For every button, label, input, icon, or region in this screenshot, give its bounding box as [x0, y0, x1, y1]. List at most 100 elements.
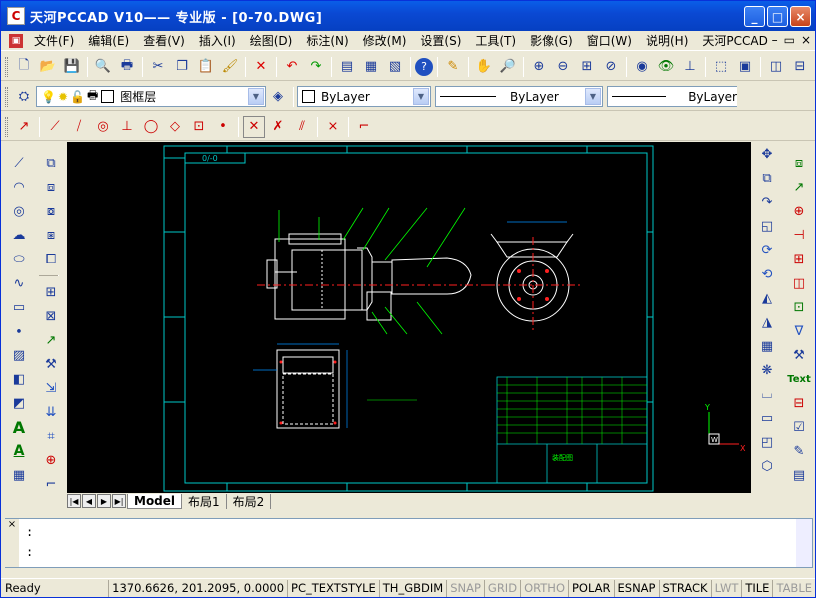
layer-previous-icon[interactable]: ◈: [267, 86, 289, 108]
rectangle-icon[interactable]: ▭: [7, 295, 31, 319]
polar-array-icon[interactable]: ❋: [755, 358, 779, 382]
undo-icon[interactable]: ↶: [281, 56, 303, 78]
zoom-previous-icon[interactable]: ⊘: [600, 56, 622, 78]
snap-intersection-icon[interactable]: ✕: [243, 115, 265, 138]
attribute-icon[interactable]: ⊞: [39, 280, 63, 304]
print-preview-icon[interactable]: 🔍: [92, 56, 114, 78]
copy-object-icon[interactable]: ⧉: [39, 151, 63, 175]
menu-help[interactable]: 说明(H): [639, 32, 695, 49]
hatch-icon[interactable]: ▨: [7, 343, 31, 367]
drawing-canvas[interactable]: 0/-0 装配图 Y X W: [67, 142, 751, 493]
zoom-in-icon[interactable]: ⊕: [528, 56, 550, 78]
snap-perpendicular-icon[interactable]: ⊥: [116, 116, 138, 138]
pccad-hole-icon[interactable]: ⊞: [787, 247, 811, 271]
command-scrollbar[interactable]: [796, 519, 812, 567]
menu-insert[interactable]: 插入(I): [192, 32, 243, 49]
spline-icon[interactable]: ∿: [7, 271, 31, 295]
status-strack[interactable]: STRACK: [658, 579, 711, 597]
revision-cloud-icon[interactable]: ☁: [7, 223, 31, 247]
pccad-text-icon[interactable]: Text: [787, 367, 811, 391]
command-window[interactable]: × : :: [5, 518, 813, 568]
save-icon[interactable]: 💾: [61, 56, 83, 78]
match-properties-icon[interactable]: 🖌: [219, 56, 241, 78]
move-arrows-icon[interactable]: ✥: [755, 142, 779, 166]
line-icon[interactable]: ⟋: [7, 151, 31, 175]
pen-icon[interactable]: ✎: [442, 56, 464, 78]
command-input[interactable]: :: [26, 545, 33, 559]
refresh-icon[interactable]: ⟳: [755, 238, 779, 262]
delete-icon[interactable]: ✕: [250, 56, 272, 78]
snap-center-icon[interactable]: ◎: [92, 116, 114, 138]
open-icon[interactable]: 📂: [37, 56, 59, 78]
toolbar-grip[interactable]: [5, 116, 8, 137]
pccad-table-icon[interactable]: ⊟: [787, 391, 811, 415]
pccad-frame-icon[interactable]: ◫: [787, 271, 811, 295]
status-grid[interactable]: GRID: [483, 579, 520, 597]
snap-none-icon[interactable]: ⨯: [322, 116, 344, 138]
view-icon[interactable]: 👁: [655, 56, 677, 78]
ellipse-icon[interactable]: ⬭: [7, 247, 31, 271]
mtext-icon[interactable]: A: [7, 439, 31, 463]
snap-tangent-icon[interactable]: ◯: [140, 116, 162, 138]
gradient-icon[interactable]: ◧: [7, 367, 31, 391]
new-icon[interactable]: 🗋: [13, 56, 35, 78]
help-icon[interactable]: ?: [415, 57, 433, 76]
doc-minimize-button[interactable]: –: [772, 33, 778, 47]
status-snap[interactable]: SNAP: [446, 579, 484, 597]
chevron-down-icon[interactable]: ▼: [585, 88, 601, 105]
pccad-leader-icon[interactable]: ⚒: [787, 343, 811, 367]
extend-icon[interactable]: ◰: [755, 430, 779, 454]
pccad-brush-icon[interactable]: ✎: [787, 439, 811, 463]
stretch-icon[interactable]: ⇲: [39, 376, 63, 400]
mirror-icon[interactable]: ⧈: [39, 175, 63, 199]
zoom-out-icon[interactable]: ⊖: [552, 56, 574, 78]
table-icon[interactable]: ▦: [7, 463, 31, 487]
properties-icon[interactable]: ▤: [336, 56, 358, 78]
orbit-icon[interactable]: ◉: [631, 56, 653, 78]
mirror-triangle-icon[interactable]: ◭: [755, 286, 779, 310]
close-icon[interactable]: ×: [5, 519, 19, 567]
menu-draw[interactable]: 绘图(D): [243, 32, 300, 49]
status-lwt[interactable]: LWT: [710, 579, 742, 597]
next-tab-icon[interactable]: ▶: [97, 494, 111, 508]
minimize-button[interactable]: _: [744, 6, 765, 27]
tab-layout2[interactable]: 布局2: [227, 493, 272, 509]
menu-file[interactable]: 文件(F): [27, 32, 81, 49]
explode-icon[interactable]: ⌗: [39, 424, 63, 448]
menu-window[interactable]: 窗口(W): [580, 32, 639, 49]
maximize-button[interactable]: □: [767, 6, 788, 27]
linetype-dropdown[interactable]: ByLayer ▼: [435, 86, 603, 107]
viewport-icon[interactable]: ◫: [765, 56, 787, 78]
3d-box-icon[interactable]: ⬚: [710, 56, 732, 78]
tab-model[interactable]: Model: [127, 493, 183, 509]
scale-icon[interactable]: ⇊: [39, 400, 63, 424]
prev-tab-icon[interactable]: ◀: [82, 494, 96, 508]
menu-modify[interactable]: 修改(M): [356, 32, 414, 49]
leader-icon[interactable]: ⚒: [39, 352, 63, 376]
status-polar[interactable]: POLAR: [568, 579, 614, 597]
status-textstyle[interactable]: PC_TEXTSTYLE: [287, 579, 379, 597]
snap-parallel-icon[interactable]: ⫽: [291, 116, 313, 138]
menu-image[interactable]: 影像(G): [523, 32, 580, 49]
pccad-tol-icon[interactable]: ⊡: [787, 295, 811, 319]
chevron-down-icon[interactable]: ▼: [248, 88, 264, 105]
grip-snap-icon[interactable]: ⊕: [39, 448, 63, 472]
scale-box-icon[interactable]: ◱: [755, 214, 779, 238]
osnap-settings-icon[interactable]: ⌐: [353, 116, 375, 138]
document-icon[interactable]: ▣: [9, 33, 23, 48]
menu-dimension[interactable]: 标注(N): [299, 32, 355, 49]
zoom-realtime-icon[interactable]: 🔎: [497, 56, 519, 78]
coordinate-readout[interactable]: 1370.6626, 201.2095, 0.0000: [108, 579, 287, 597]
offset-icon[interactable]: ⧇: [39, 199, 63, 223]
copy-icon[interactable]: ❐: [171, 56, 193, 78]
title-bar[interactable]: C 天河PCCAD V10—— 专业版 - [0-70.DWG] _ □ ×: [1, 1, 815, 31]
text-icon[interactable]: A: [7, 415, 31, 439]
circle-icon[interactable]: ◎: [7, 199, 31, 223]
print-icon[interactable]: 🖶: [116, 56, 138, 78]
design-center-icon[interactable]: ▦: [360, 56, 382, 78]
arc-icon[interactable]: ◠: [7, 175, 31, 199]
app-icon[interactable]: C: [7, 7, 25, 25]
viewport-split-icon[interactable]: ⊟: [789, 56, 811, 78]
doc-restore-button[interactable]: ▭: [784, 33, 795, 47]
cut-icon[interactable]: ✂: [147, 56, 169, 78]
